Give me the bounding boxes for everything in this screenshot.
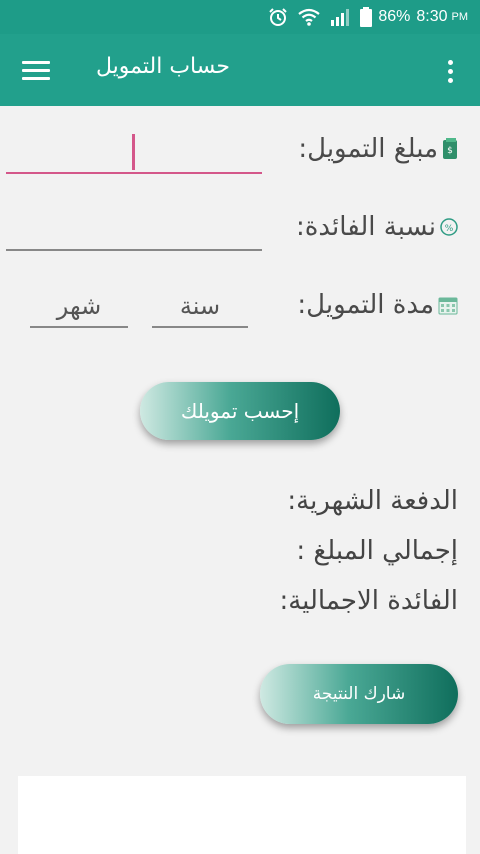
hamburger-menu-icon[interactable] [22, 56, 50, 84]
amount-input-underline [6, 172, 262, 174]
rate-input-underline [6, 249, 262, 251]
amount-label-row: $ مبلغ التمويل: [298, 134, 458, 164]
svg-text:%: % [445, 224, 454, 234]
share-result-button[interactable]: شارك النتيجة [260, 664, 458, 724]
more-options-icon[interactable] [440, 56, 460, 86]
duration-label-row: مدة التمويل: [297, 290, 458, 320]
rate-label: نسبة الفائدة: [296, 212, 436, 242]
wifi-icon [298, 8, 321, 26]
signal-icon [330, 8, 350, 26]
rate-label-row: % نسبة الفائدة: [296, 212, 458, 242]
total-interest-label: الفائدة الاجمالية: [279, 586, 458, 616]
monthly-payment-label: الدفعة الشهرية: [287, 486, 458, 516]
status-bar: 86% 8:30 PM [0, 0, 480, 34]
alarm-icon [268, 7, 288, 27]
battery-icon [360, 7, 373, 27]
money-icon: $ [442, 138, 458, 160]
amount-label: مبلغ التمويل: [298, 134, 438, 164]
month-input-underline [30, 326, 128, 328]
app-bar: حساب التمويل [0, 34, 480, 106]
clock: 8:30 [416, 8, 448, 25]
text-cursor [132, 134, 135, 170]
percent-icon: % [440, 218, 458, 236]
month-input[interactable]: شهر [30, 292, 128, 320]
ad-card [18, 776, 466, 854]
clock-ampm: PM [451, 11, 469, 23]
year-input-underline [152, 326, 248, 328]
duration-label: مدة التمويل: [297, 290, 434, 320]
year-input[interactable]: سنة [152, 292, 248, 320]
rate-input[interactable] [6, 212, 262, 252]
app-title: حساب التمويل [96, 54, 230, 79]
svg-text:$: $ [447, 146, 453, 156]
calculate-button[interactable]: إحسب تمويلك [140, 382, 340, 440]
battery-percent: 86% [378, 8, 411, 25]
calendar-icon [438, 295, 458, 315]
total-amount-label: إجمالي المبلغ : [296, 536, 458, 566]
